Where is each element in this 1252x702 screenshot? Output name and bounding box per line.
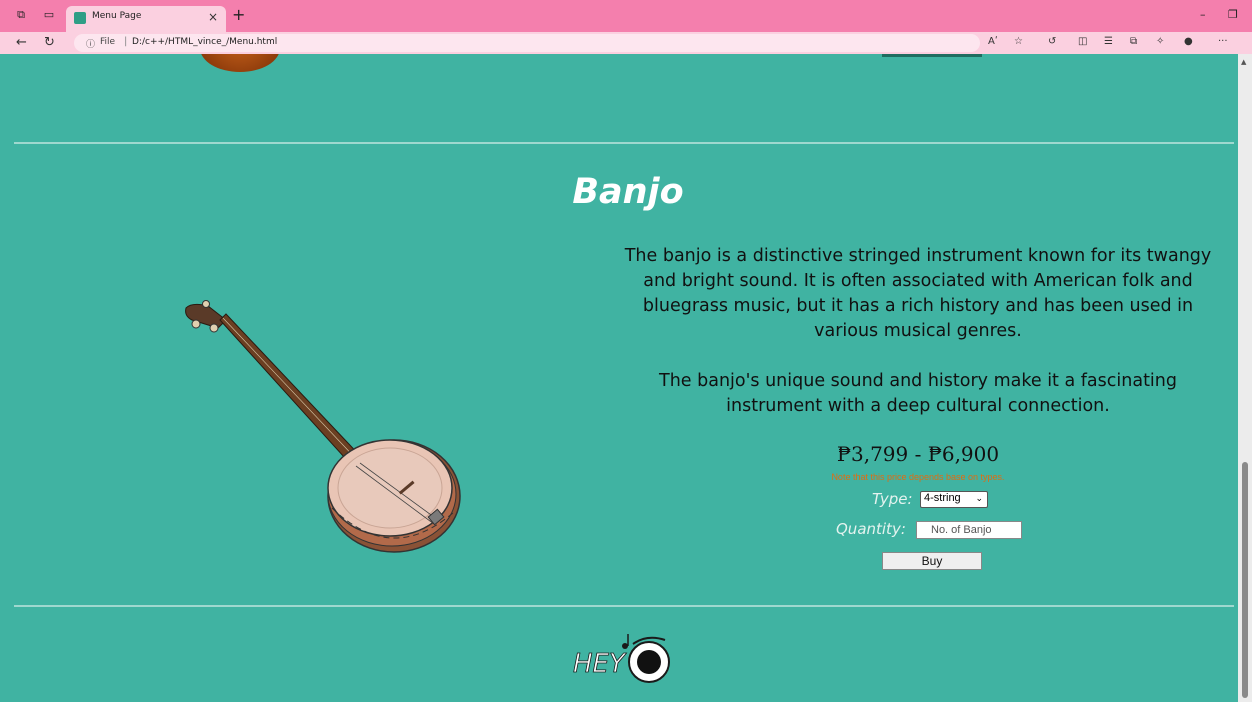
refresh-icon[interactable]: ↻ xyxy=(44,35,55,50)
more-menu-icon[interactable]: ··· xyxy=(1218,36,1228,47)
tab-close-icon[interactable]: × xyxy=(208,10,218,24)
buy-button[interactable]: Buy xyxy=(882,552,982,570)
url-separator: | xyxy=(124,36,128,47)
workspaces-icon[interactable]: ⧉ xyxy=(14,8,28,22)
logo-text: HEY xyxy=(573,649,627,679)
refresh-alt-icon[interactable]: ↺ xyxy=(1048,36,1056,47)
url-scheme-label: File xyxy=(100,37,116,47)
browser-tab-menu-page[interactable]: Menu Page × xyxy=(66,6,226,32)
type-select[interactable]: 4-string ⌄ xyxy=(920,491,988,508)
guitar-image xyxy=(200,54,280,72)
heyo-logo: HEY xyxy=(573,634,670,683)
minimize-icon[interactable]: – xyxy=(1200,8,1206,21)
favicon-icon xyxy=(74,12,86,24)
url-text[interactable]: D:/c++/HTML_vince_/Menu.html xyxy=(132,37,277,47)
type-selected-value: 4-string xyxy=(924,492,961,504)
description-paragraph-2: The banjo's unique sound and history mak… xyxy=(659,371,1177,416)
new-tab-button[interactable]: + xyxy=(232,5,245,24)
restore-icon[interactable]: ❐ xyxy=(1228,8,1238,21)
page-scrollbar[interactable]: ▲ xyxy=(1238,54,1252,702)
profile-icon[interactable]: ● xyxy=(1184,36,1193,47)
favorites-icon[interactable]: ☰ xyxy=(1104,36,1113,47)
banjo-image xyxy=(185,300,461,553)
price-range: ₱3,799 - ₱6,900 xyxy=(836,442,1000,466)
page-viewport: Banjo The banjo is a distinctive stringe… xyxy=(8,54,1238,702)
scroll-up-icon[interactable]: ▲ xyxy=(1241,58,1246,66)
info-icon[interactable]: ⓘ xyxy=(86,37,95,50)
scrollbar-thumb[interactable] xyxy=(1242,462,1248,698)
section-divider-top xyxy=(14,142,1234,144)
split-screen-icon[interactable]: ◫ xyxy=(1078,36,1087,47)
price-note: Note that this price depends base on typ… xyxy=(831,472,1005,482)
read-aloud-icon[interactable]: Aʹ xyxy=(988,36,998,47)
quantity-label: Quantity: xyxy=(836,520,906,538)
tab-actions-icon[interactable]: ▭ xyxy=(42,8,56,22)
tab-title: Menu Page xyxy=(92,11,142,21)
quantity-placeholder: No. of Banjo xyxy=(931,524,992,536)
address-toolbar: ← ↻ ⓘ File | D:/c++/HTML_vince_/Menu.htm… xyxy=(0,32,1252,54)
extensions-icon[interactable]: ✧ xyxy=(1156,36,1164,47)
previous-buy-button-edge xyxy=(882,54,982,57)
section-divider-bottom xyxy=(14,605,1234,607)
buy-button-label: Buy xyxy=(921,554,943,568)
product-title: Banjo xyxy=(572,172,684,212)
quantity-input[interactable]: No. of Banjo xyxy=(916,521,1022,539)
address-bar[interactable]: ⓘ File | D:/c++/HTML_vince_/Menu.html xyxy=(74,34,980,52)
chevron-down-icon: ⌄ xyxy=(975,493,983,503)
product-description: The banjo is a distinctive stringed inst… xyxy=(618,244,1218,419)
type-label: Type: xyxy=(872,490,913,508)
browser-tab-bar: ⧉ ▭ Menu Page × + – ❐ xyxy=(0,0,1252,32)
favorite-star-icon[interactable]: ☆ xyxy=(1014,36,1023,47)
back-icon[interactable]: ← xyxy=(16,35,27,50)
collections-icon[interactable]: ⧉ xyxy=(1130,36,1137,47)
description-paragraph-1: The banjo is a distinctive stringed inst… xyxy=(624,246,1212,341)
